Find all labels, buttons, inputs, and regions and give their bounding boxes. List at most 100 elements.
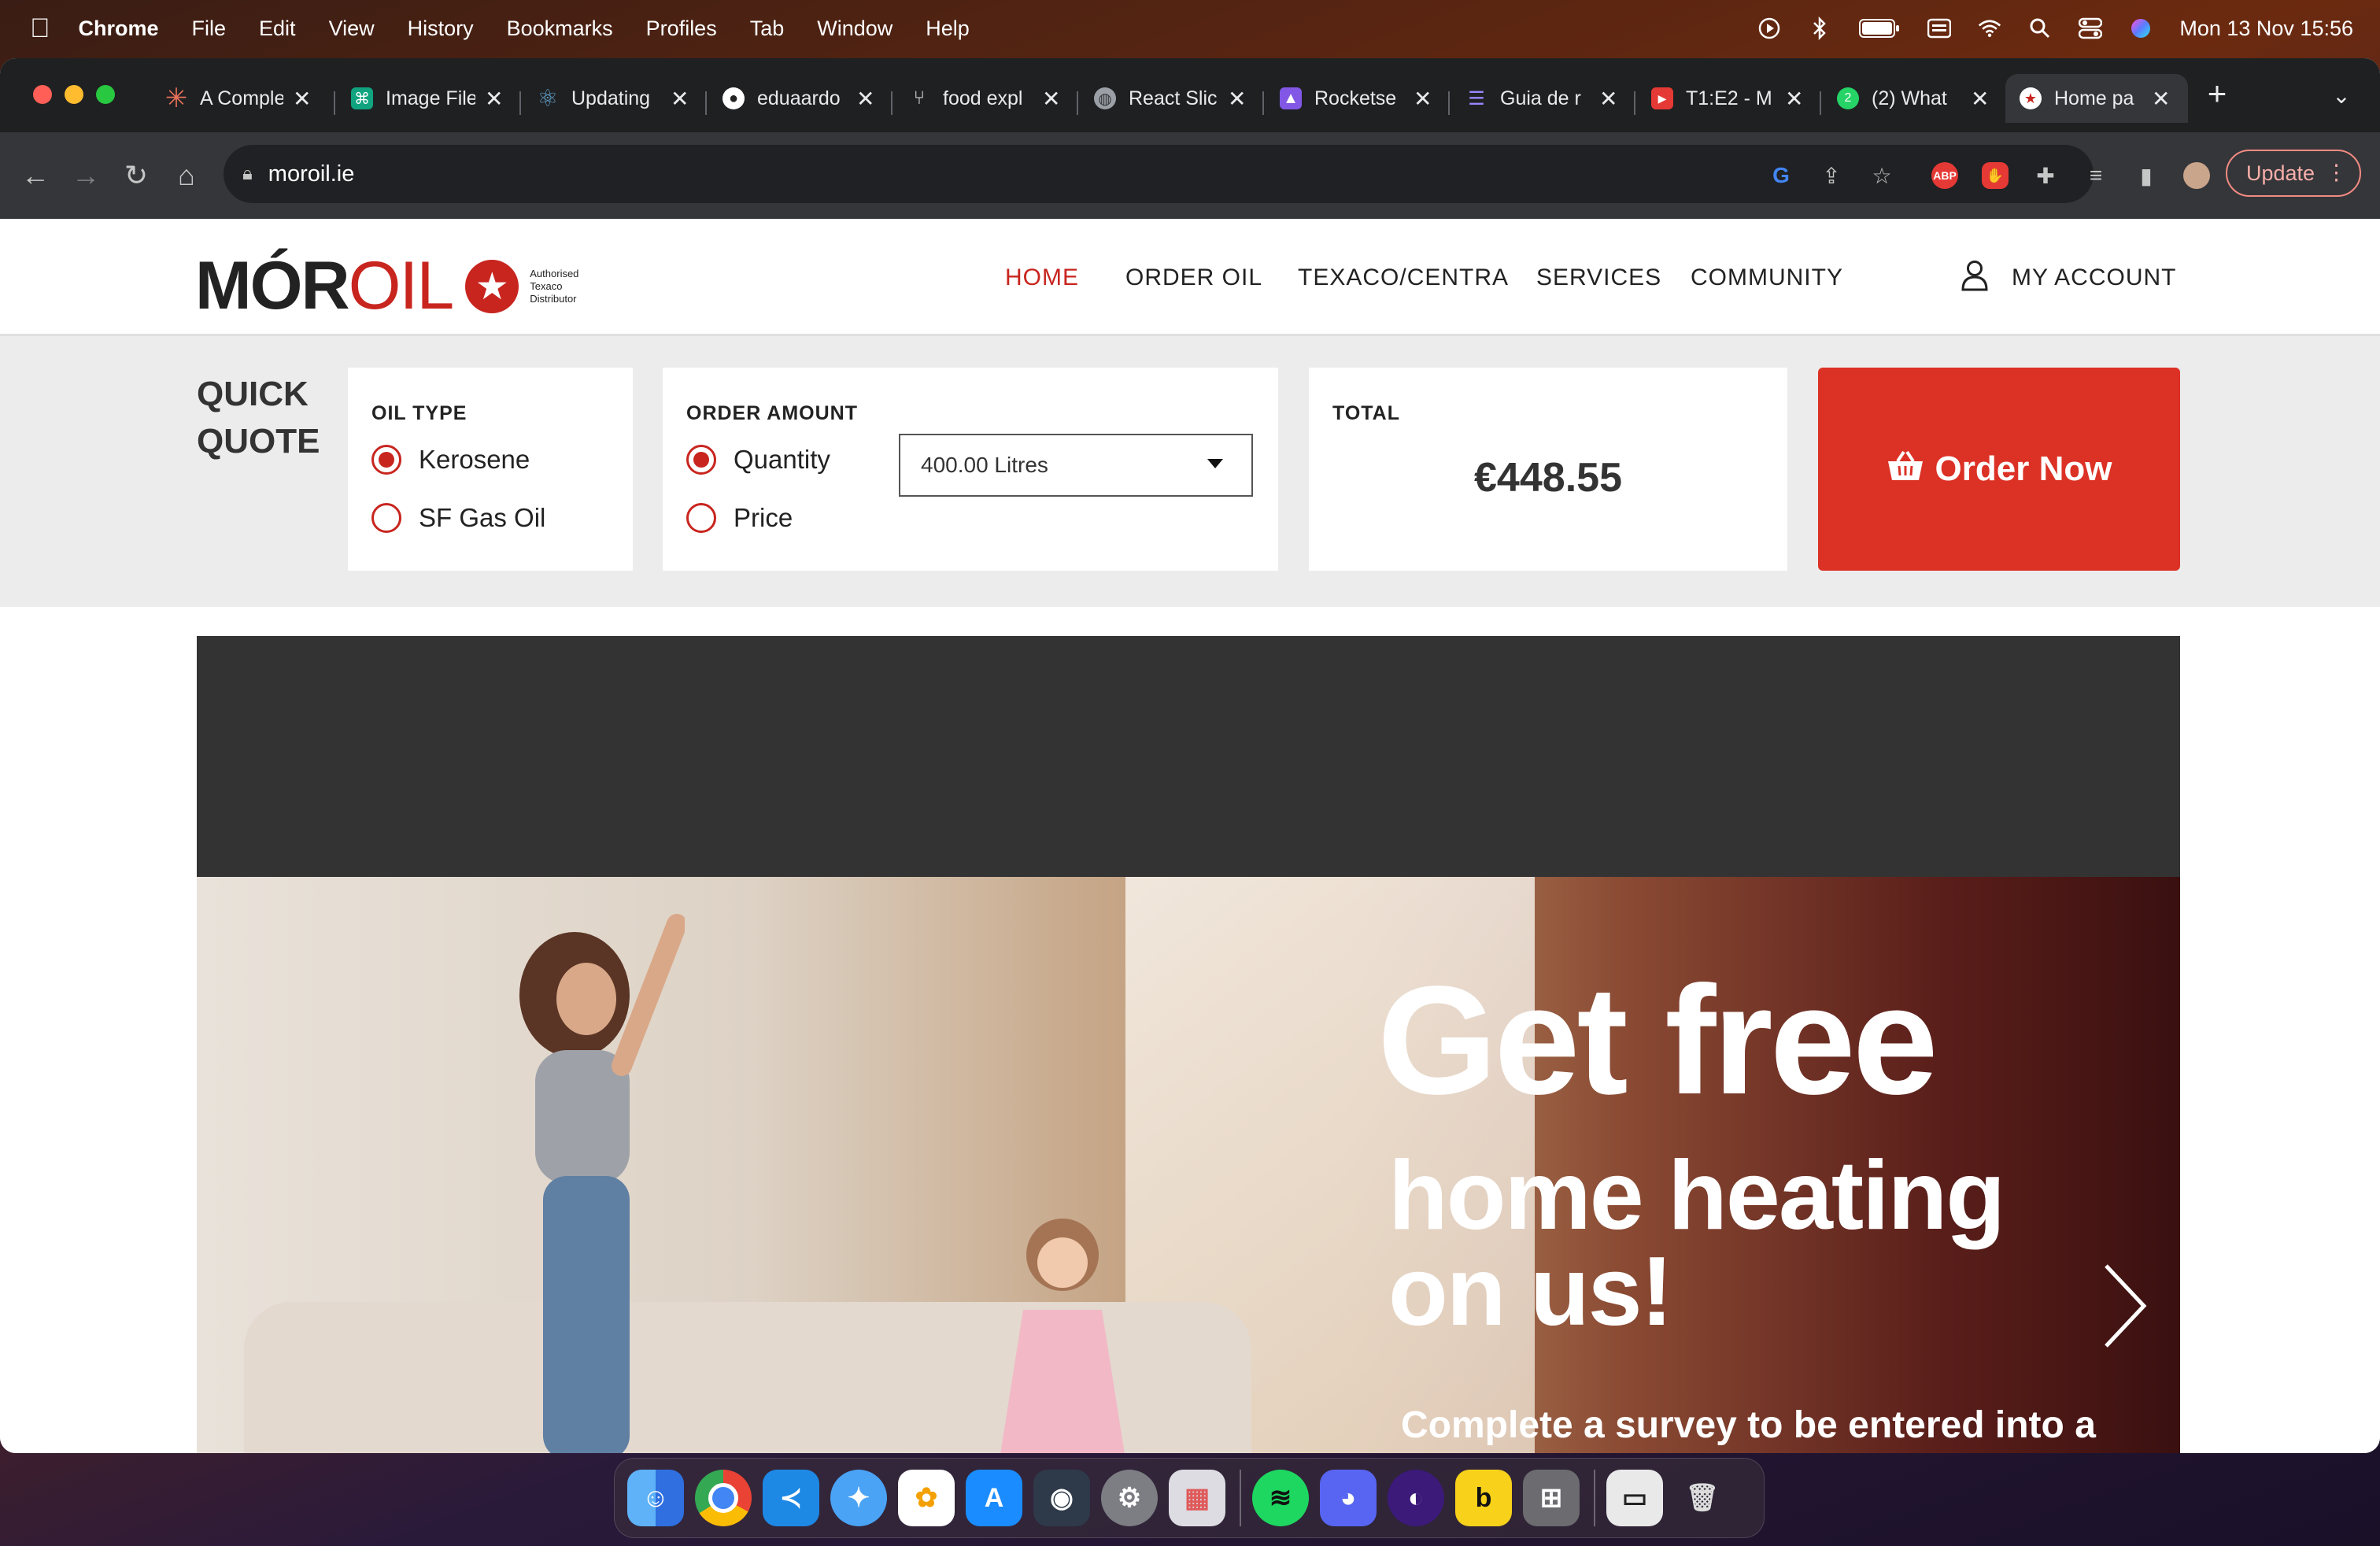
control-center-icon[interactable] [2079, 17, 2103, 40]
menu-file[interactable]: File [192, 17, 227, 41]
user-icon[interactable] [1961, 260, 1988, 295]
app-store-icon[interactable]: A [966, 1470, 1022, 1526]
new-tab-icon[interactable]: + [2197, 74, 2237, 113]
menubar-clock[interactable]: Mon 13 Nov 15:56 [2179, 17, 2353, 41]
system-settings-icon[interactable]: ⚙ [1101, 1470, 1158, 1526]
bitwarden-icon[interactable]: b [1455, 1470, 1512, 1526]
safari-icon[interactable]: ✦ [830, 1470, 887, 1526]
dropdown-caret-icon[interactable] [1207, 459, 1223, 468]
order-now-button[interactable]: Order Now [1818, 368, 2180, 571]
tab-10-active[interactable]: ★ Home pa ✕ [2005, 74, 2188, 123]
menu-bookmarks[interactable]: Bookmarks [507, 17, 613, 41]
radio-unchecked-icon[interactable] [686, 503, 716, 533]
extensions-puzzle-icon[interactable]: ✚ [2032, 162, 2059, 189]
radio-unchecked-icon[interactable] [371, 503, 401, 533]
back-icon[interactable]: ← [16, 156, 55, 195]
tab-1[interactable]: ⌘ Image File ✕ [337, 74, 518, 123]
adblock-icon[interactable]: ABP [1931, 162, 1958, 189]
amount-select[interactable]: 400.00 Litres [899, 434, 1253, 497]
share-icon[interactable]: ⇪ [1818, 162, 1845, 189]
tab-search-chevron-icon[interactable]: ⌄ [2322, 76, 2361, 115]
radio-checked-icon[interactable] [371, 445, 401, 475]
close-tab-icon[interactable]: ✕ [1042, 86, 1060, 112]
more-menu-icon[interactable]: ⋮ [2326, 161, 2347, 185]
spotify-icon[interactable]: ≋ [1252, 1470, 1309, 1526]
reading-list-icon[interactable]: ≡ [2082, 162, 2109, 189]
nav-texaco-centra[interactable]: TEXACO/CENTRA [1298, 264, 1509, 291]
calculator-icon[interactable]: ⊞ [1523, 1470, 1580, 1526]
tab-8[interactable]: ▶ T1:E2 - M ✕ [1637, 74, 1818, 123]
tab-9[interactable]: 2 (2) What ✕ [1823, 74, 2004, 123]
lock-icon[interactable]: 🔒︎ [242, 163, 253, 185]
tab-6[interactable]: ▲ Rocketse ✕ [1266, 74, 1447, 123]
update-button[interactable]: Update ⋮ [2226, 150, 2361, 197]
my-account-link[interactable]: MY ACCOUNT [2012, 264, 2176, 291]
profile-avatar[interactable] [2183, 162, 2210, 189]
vscode-icon[interactable]: ≺ [763, 1470, 819, 1526]
tab-2[interactable]: ⚛ Updating ✕ [523, 74, 704, 123]
menu-window[interactable]: Window [817, 17, 893, 41]
address-bar[interactable]: 🔒︎ moroil.ie [224, 145, 2094, 203]
minimize-window-button[interactable] [65, 85, 83, 104]
radio-sf-gas-oil[interactable]: SF Gas Oil [371, 503, 545, 533]
play-icon[interactable] [1757, 17, 1781, 40]
close-tab-icon[interactable]: ✕ [2152, 86, 2170, 112]
address-url[interactable]: moroil.ie [268, 161, 355, 187]
bluetooth-icon[interactable] [1808, 17, 1831, 40]
radio-kerosene[interactable]: Kerosene [371, 445, 530, 475]
menu-edit[interactable]: Edit [259, 17, 296, 41]
nav-order-oil[interactable]: ORDER OIL [1125, 264, 1262, 291]
menu-view[interactable]: View [329, 17, 375, 41]
menu-help[interactable]: Help [926, 17, 970, 41]
screen-monitor-icon[interactable]: ▭ [1606, 1470, 1663, 1526]
google-lens-icon[interactable]: G [1768, 162, 1794, 189]
tab-4[interactable]: ⑂ food expl ✕ [894, 74, 1075, 123]
spotlight-search-icon[interactable] [2028, 17, 2052, 40]
nav-community[interactable]: COMMUNITY [1691, 264, 1843, 291]
discord-icon[interactable]: ◕ [1320, 1470, 1377, 1526]
finder-icon[interactable]: ☺ [627, 1470, 684, 1526]
radio-checked-icon[interactable] [686, 445, 716, 475]
moroil-logo[interactable]: MÓR OIL ★ Authorised Texaco Distributor [195, 247, 593, 325]
bookmark-star-icon[interactable]: ☆ [1868, 162, 1895, 189]
nav-home[interactable]: HOME [1005, 264, 1079, 291]
close-tab-icon[interactable]: ✕ [1599, 86, 1617, 112]
tab-3[interactable]: ● eduaardo ✕ [708, 74, 889, 123]
close-tab-icon[interactable]: ✕ [856, 86, 874, 112]
close-tab-icon[interactable]: ✕ [1785, 86, 1803, 112]
menu-profiles[interactable]: Profiles [646, 17, 717, 41]
menu-tab[interactable]: Tab [750, 17, 785, 41]
menu-history[interactable]: History [408, 17, 474, 41]
slider-next-chevron-icon[interactable] [2101, 1263, 2149, 1371]
close-tab-icon[interactable]: ✕ [485, 86, 503, 112]
photos-icon[interactable]: ✿ [898, 1470, 955, 1526]
ublock-icon[interactable]: ✋ [1982, 162, 2009, 189]
nav-services[interactable]: SERVICES [1536, 264, 1661, 291]
close-tab-icon[interactable]: ✕ [293, 86, 311, 112]
keyboard-icon[interactable] [1927, 17, 1952, 40]
siri-icon[interactable] [2129, 17, 2153, 40]
wifi-icon[interactable] [1978, 17, 2001, 40]
maximize-window-button[interactable] [96, 85, 115, 104]
close-window-button[interactable] [33, 85, 52, 104]
davinci-icon[interactable]: ◉ [1033, 1470, 1090, 1526]
tab-0[interactable]: ✳ A Comple ✕ [151, 74, 324, 123]
radio-price[interactable]: Price [686, 503, 793, 533]
chrome-icon[interactable] [695, 1470, 752, 1526]
tor-browser-icon[interactable]: ◐ [1388, 1470, 1444, 1526]
forward-icon[interactable]: → [66, 156, 105, 195]
tab-7[interactable]: ☰ Guia de r ✕ [1451, 74, 1632, 123]
tab-5[interactable]: ◍ React Slic ✕ [1080, 74, 1261, 123]
side-panel-icon[interactable]: ▮ [2133, 162, 2160, 189]
apple-menu-icon[interactable]:  [30, 13, 50, 44]
close-tab-icon[interactable]: ✕ [1971, 86, 1989, 112]
menu-app-name[interactable]: Chrome [79, 17, 159, 41]
launchpad-icon[interactable]: ▦ [1169, 1470, 1225, 1526]
battery-icon[interactable] [1858, 17, 1901, 40]
home-icon[interactable]: ⌂ [167, 156, 206, 195]
close-tab-icon[interactable]: ✕ [1414, 86, 1432, 112]
reload-icon[interactable]: ↻ [116, 156, 156, 195]
trash-icon[interactable]: 🗑︎ [1674, 1470, 1731, 1526]
close-tab-icon[interactable]: ✕ [1228, 86, 1246, 112]
close-tab-icon[interactable]: ✕ [671, 86, 689, 112]
